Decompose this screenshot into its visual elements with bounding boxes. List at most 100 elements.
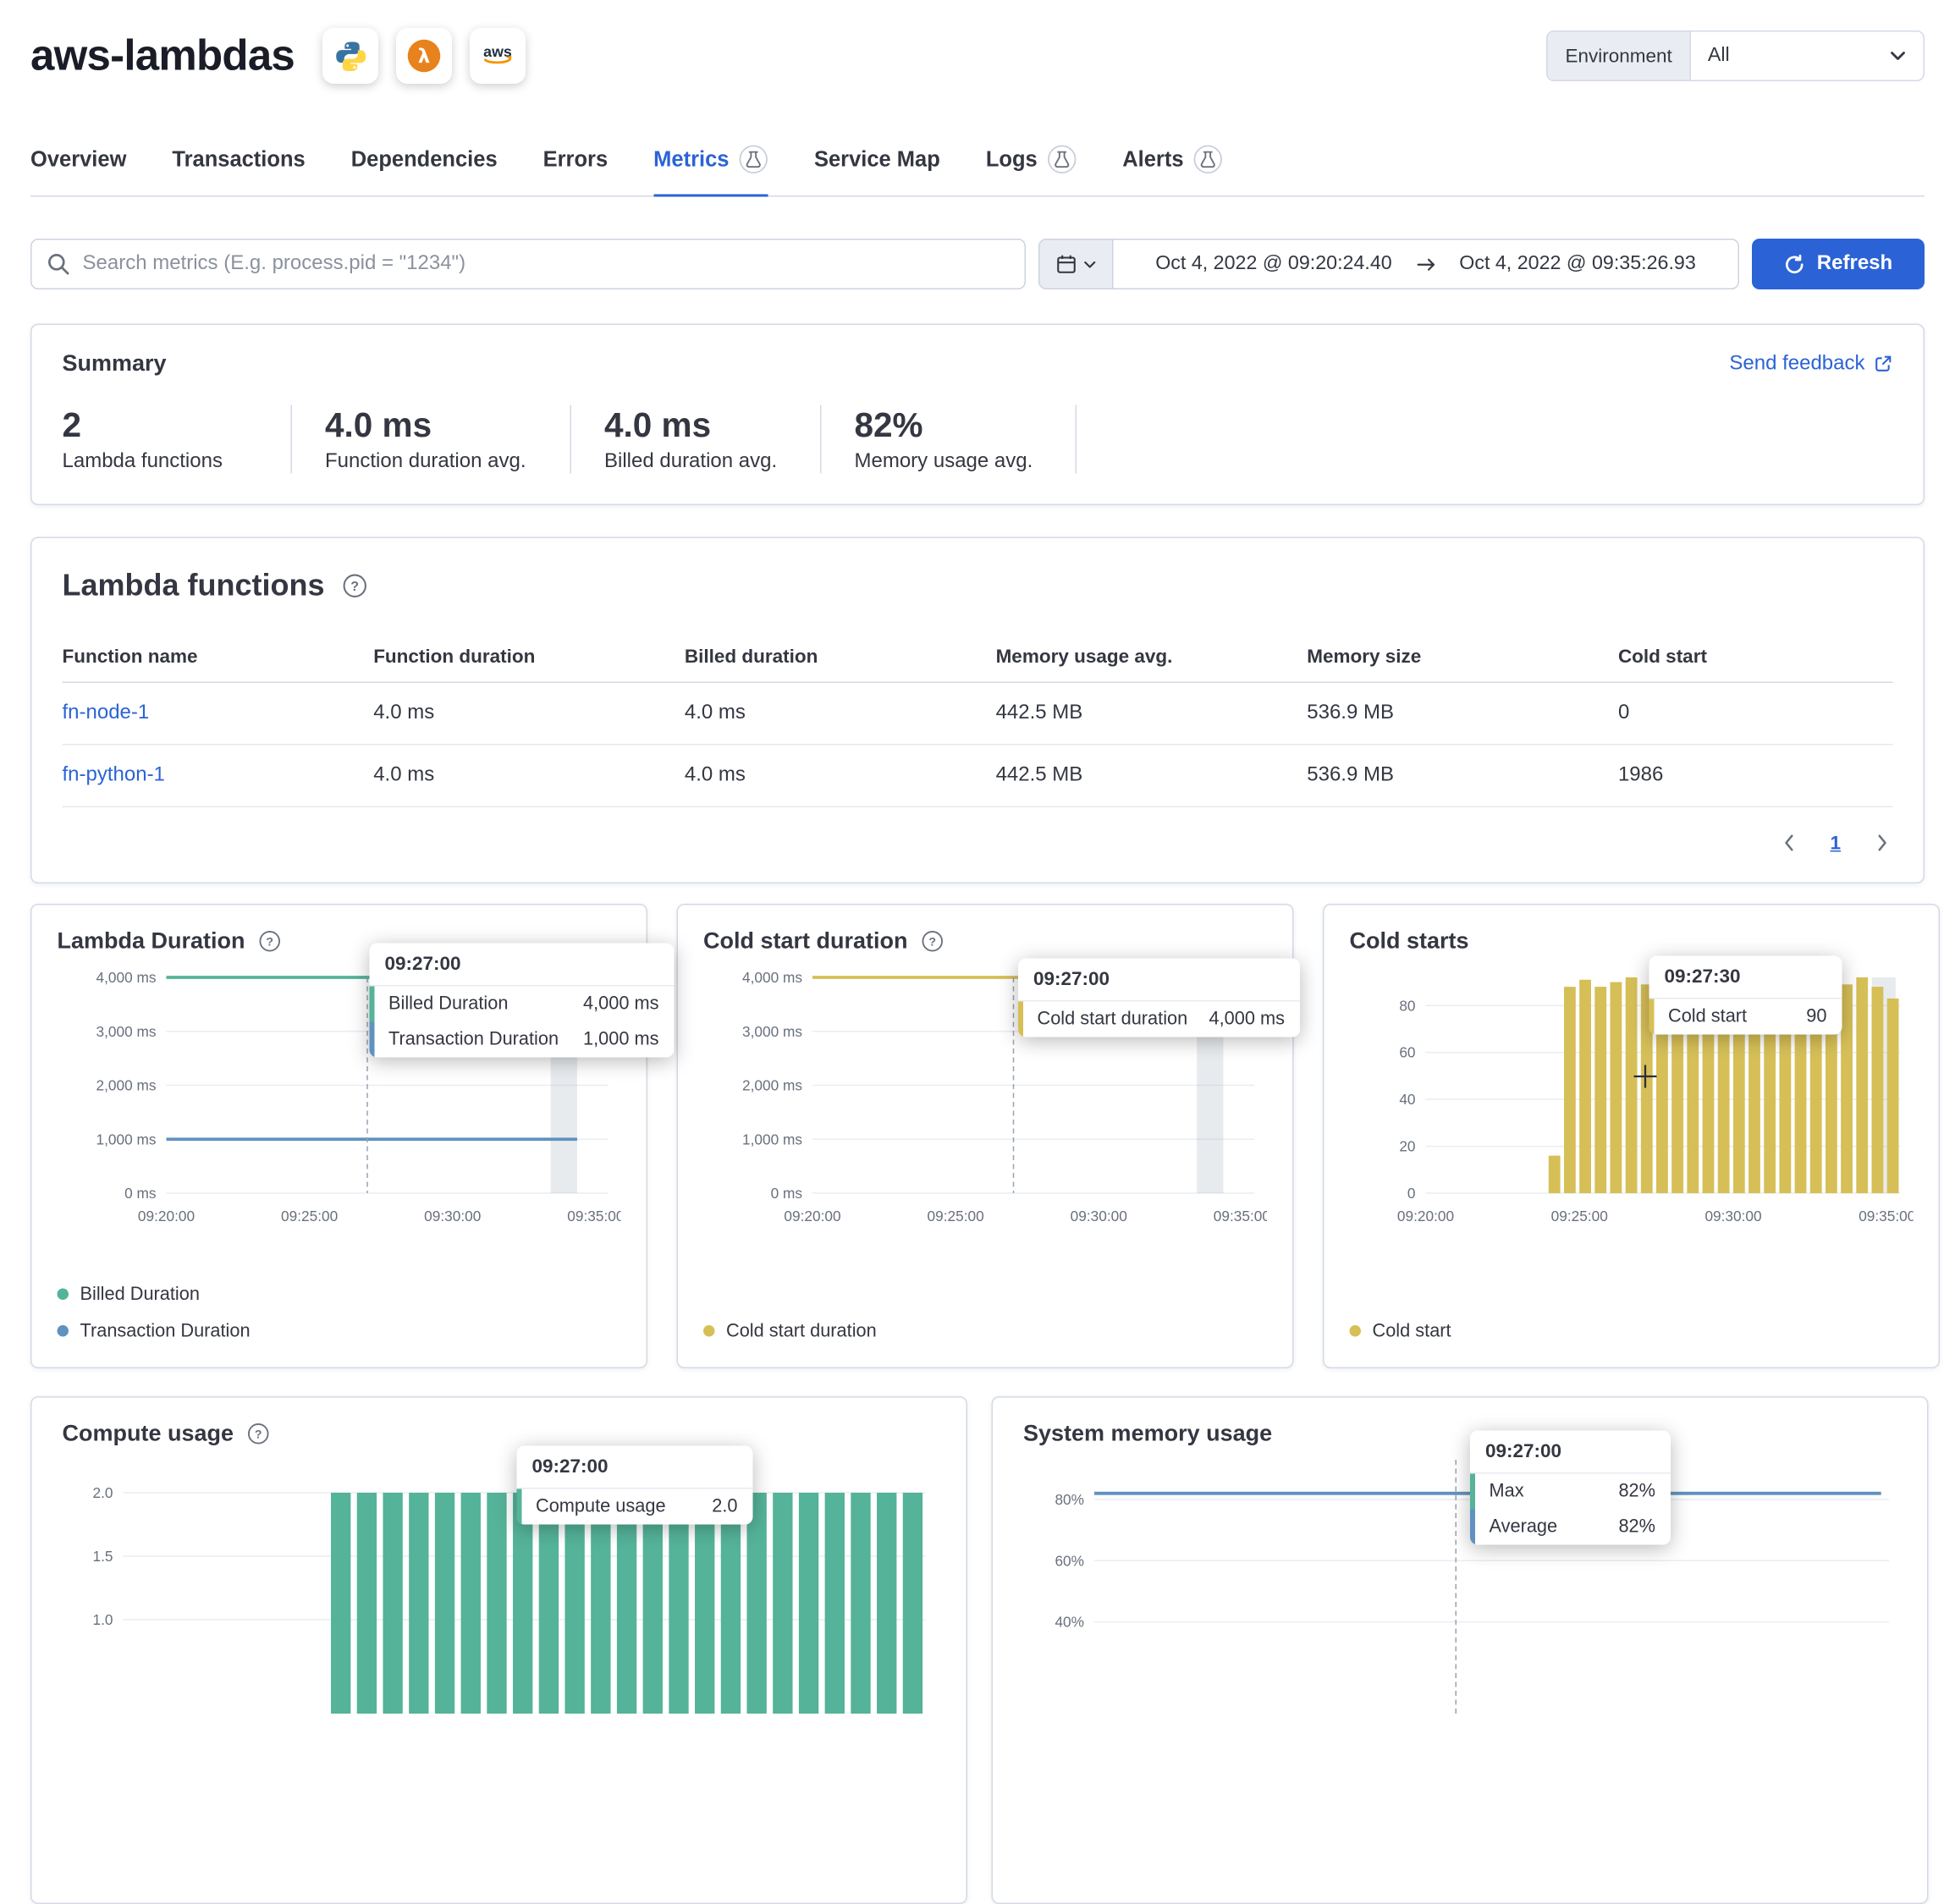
page-header: aws-lambdas λ aws: [30, 28, 1925, 84]
external-link-icon: [1874, 355, 1893, 374]
tab-transactions[interactable]: Transactions: [172, 145, 305, 197]
tooltip-label: Transaction Duration: [388, 1029, 559, 1049]
tab-overview[interactable]: Overview: [30, 145, 126, 197]
bar: [1841, 984, 1853, 1193]
x-axis-tick-label: 09:30:00: [1071, 1208, 1127, 1224]
x-axis-tick-label: 09:20:00: [138, 1208, 195, 1224]
bar: [903, 1493, 922, 1714]
legend-item[interactable]: Billed Duration: [58, 1285, 621, 1305]
bar: [1594, 987, 1606, 1193]
tab-label: Transactions: [172, 146, 305, 172]
x-axis-tick-label: 09:35:00: [567, 1208, 620, 1224]
bar: [721, 1493, 741, 1714]
bar: [1579, 979, 1591, 1192]
system-memory-usage-card: System memory usage 80%60%40% 09:27:00 M…: [992, 1396, 1929, 1904]
chart-tooltip: 09:27:30 Cold start 90: [1649, 955, 1842, 1034]
tab-errors[interactable]: Errors: [543, 145, 609, 197]
help-icon[interactable]: ?: [343, 574, 367, 598]
date-start[interactable]: Oct 4, 2022 @ 09:20:24.40: [1155, 253, 1392, 276]
send-feedback-link[interactable]: Send feedback: [1729, 352, 1892, 375]
bar: [695, 1493, 714, 1714]
tab-service-map[interactable]: Service Map: [814, 145, 940, 197]
y-axis-tick-label: 60%: [1055, 1552, 1084, 1569]
help-icon[interactable]: ?: [248, 1422, 270, 1445]
cell-function-duration: 4.0 ms: [373, 744, 685, 806]
tooltip-row: Cold start duration 4,000 ms: [1018, 1001, 1300, 1037]
stat-memory-usage: 82% Memory usage avg.: [822, 405, 1077, 474]
y-axis-tick-label: 40%: [1055, 1613, 1084, 1630]
tab-label: Dependencies: [351, 146, 498, 172]
cell-billed-duration: 4.0 ms: [685, 744, 996, 806]
function-link[interactable]: fn-node-1: [63, 682, 374, 745]
metrics-toolbar: Oct 4, 2022 @ 09:20:24.40 Oct 4, 2022 @ …: [30, 239, 1925, 289]
x-axis-tick-label: 09:25:00: [1551, 1208, 1608, 1224]
help-icon[interactable]: ?: [259, 930, 281, 952]
environment-select[interactable]: All: [1691, 32, 1923, 80]
y-axis-tick-label: 20: [1399, 1137, 1415, 1154]
python-icon: [322, 28, 378, 84]
bar: [1872, 987, 1884, 1193]
beaker-icon: [1194, 145, 1224, 174]
chart-tooltip: 09:27:00 Compute usage 2.0: [517, 1445, 753, 1524]
cell-memory-size: 536.9 MB: [1307, 682, 1618, 745]
table-row: fn-python-1 4.0 ms 4.0 ms 442.5 MB 536.9…: [63, 744, 1893, 806]
cell-cold-start: 1986: [1618, 744, 1893, 806]
stat-lambda-functions: 2 Lambda functions: [63, 405, 293, 474]
chart-legend: Billed Duration Transaction Duration: [58, 1285, 621, 1345]
beaker-icon: [739, 145, 768, 174]
legend-item[interactable]: Cold start duration: [703, 1321, 1267, 1341]
page-number[interactable]: 1: [1830, 833, 1841, 855]
column-header: Function duration: [373, 632, 685, 682]
function-link[interactable]: fn-python-1: [63, 744, 374, 806]
calendar-menu-button[interactable]: [1040, 240, 1114, 289]
date-end[interactable]: Oct 4, 2022 @ 09:35:26.93: [1459, 253, 1696, 276]
bar: [746, 1493, 766, 1714]
chart-tooltip: 09:27:00 Cold start duration 4,000 ms: [1018, 958, 1300, 1037]
y-axis-tick-label: 80: [1399, 997, 1415, 1014]
y-axis-tick-label: 2,000 ms: [742, 1076, 802, 1093]
tab-logs[interactable]: Logs: [986, 145, 1077, 197]
bar: [513, 1493, 532, 1714]
legend-item[interactable]: Transaction Duration: [58, 1321, 621, 1341]
stat-value: 82%: [855, 408, 1076, 446]
stat-value: 4.0 ms: [325, 408, 570, 446]
tooltip-label: Cold start duration: [1038, 1009, 1188, 1029]
bar: [851, 1493, 870, 1714]
series-marker: [1470, 1509, 1475, 1544]
tab-dependencies[interactable]: Dependencies: [351, 145, 498, 197]
bar: [669, 1493, 688, 1714]
svg-text:?: ?: [350, 580, 359, 594]
bar: [1549, 1155, 1561, 1192]
y-axis-tick-label: 60: [1399, 1043, 1415, 1060]
bar: [1887, 998, 1899, 1192]
column-header: Function name: [63, 632, 374, 682]
system-memory-usage-chart[interactable]: 80%60%40%: [1023, 1460, 1897, 1714]
y-axis-tick-label: 4,000 ms: [742, 969, 802, 986]
series-marker: [1649, 999, 1655, 1034]
refresh-label: Refresh: [1817, 253, 1892, 276]
column-header: Billed duration: [685, 632, 996, 682]
stat-value: 2: [63, 408, 291, 446]
tooltip-label: Cold start: [1668, 1006, 1747, 1026]
help-icon[interactable]: ?: [922, 930, 944, 952]
prev-page-button[interactable]: [1783, 834, 1795, 852]
legend-item[interactable]: Cold start: [1350, 1321, 1914, 1341]
cold-start-duration-card: Cold start duration ? 4,000 ms3,000 ms2,…: [677, 904, 1294, 1368]
aws-icon: aws: [470, 28, 526, 84]
tooltip-time: 09:27:30: [1649, 955, 1842, 999]
panel-title: Lambda functions: [63, 569, 325, 604]
tooltip-row: Max 82%: [1470, 1473, 1671, 1509]
stat-label: Function duration avg.: [325, 450, 570, 473]
tab-alerts[interactable]: Alerts: [1122, 145, 1223, 197]
next-page-button[interactable]: [1876, 834, 1888, 852]
bar: [487, 1493, 506, 1714]
table-row: fn-node-1 4.0 ms 4.0 ms 442.5 MB 536.9 M…: [63, 682, 1893, 745]
compute-usage-chart[interactable]: 2.01.51.0: [63, 1460, 936, 1714]
cell-memory-usage: 442.5 MB: [996, 682, 1308, 745]
tab-label: Overview: [30, 146, 126, 172]
tooltip-label: Billed Duration: [388, 993, 508, 1014]
tab-metrics[interactable]: Metrics: [653, 145, 768, 197]
refresh-button[interactable]: Refresh: [1752, 239, 1925, 289]
tooltip-time: 09:27:00: [517, 1445, 753, 1489]
search-input[interactable]: [83, 253, 1010, 276]
